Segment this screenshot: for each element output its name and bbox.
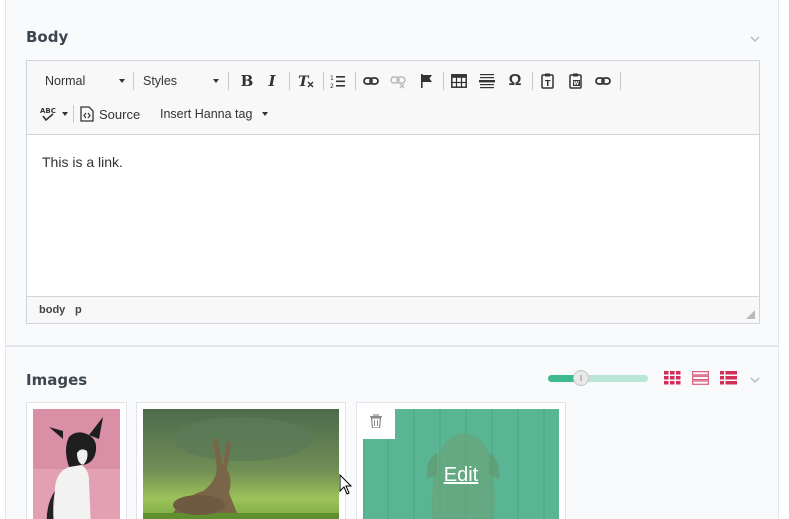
caret-down-icon bbox=[213, 79, 219, 83]
image-thumbnail-hare[interactable] bbox=[143, 409, 339, 519]
source-button[interactable]: Source bbox=[80, 102, 142, 126]
toolbar-separator bbox=[443, 72, 444, 90]
toolbar-separator bbox=[289, 72, 290, 90]
numbered-list-button[interactable]: 12 bbox=[327, 69, 349, 93]
path-item-body[interactable]: body bbox=[39, 304, 65, 316]
toolbar-separator bbox=[73, 105, 74, 123]
edit-link[interactable]: Edit bbox=[363, 464, 559, 487]
source-label: Source bbox=[99, 106, 141, 122]
caret-down-icon bbox=[119, 79, 125, 83]
caret-down-icon bbox=[262, 112, 268, 116]
link-button[interactable] bbox=[360, 69, 382, 93]
mouse-pointer-icon bbox=[339, 474, 353, 495]
paste-text-button[interactable]: T bbox=[537, 69, 559, 93]
slider-handle[interactable] bbox=[573, 370, 589, 386]
svg-text:T: T bbox=[545, 79, 551, 88]
toolbar-separator bbox=[133, 72, 134, 90]
grid-large-view-button[interactable] bbox=[664, 371, 681, 385]
toolbar-separator bbox=[620, 72, 621, 90]
toolbar-separator bbox=[323, 72, 324, 90]
special-character-button[interactable]: Ω bbox=[504, 69, 526, 93]
rich-text-editor: Normal Styles B I T 12 Ω T W ABC Source … bbox=[26, 60, 760, 324]
source-icon bbox=[80, 106, 94, 122]
list-view-button[interactable] bbox=[720, 371, 737, 385]
thumbnail-size-slider[interactable] bbox=[548, 370, 648, 386]
flag-icon bbox=[421, 74, 432, 88]
horizontal-rule-icon bbox=[479, 74, 495, 89]
resize-handle-icon[interactable] bbox=[746, 310, 755, 319]
chevron-down-icon[interactable] bbox=[749, 33, 761, 45]
toolbar-separator bbox=[355, 72, 356, 90]
body-panel: Body Normal Styles B I T 12 Ω T W ABC So… bbox=[5, 0, 779, 346]
trash-icon bbox=[370, 414, 382, 428]
toolbar-separator bbox=[532, 72, 533, 90]
spellcheck-label: ABC bbox=[40, 107, 56, 115]
editor-content[interactable]: This is a link. bbox=[42, 154, 123, 170]
paste-text-icon: T bbox=[541, 73, 554, 89]
styles-dropdown-value: Styles bbox=[143, 74, 178, 88]
unlink-button[interactable] bbox=[387, 69, 409, 93]
delete-image-button[interactable] bbox=[357, 403, 395, 439]
link-icon bbox=[595, 77, 611, 85]
insert-link-button[interactable] bbox=[592, 69, 614, 93]
format-dropdown[interactable]: Normal bbox=[45, 69, 125, 93]
body-panel-title: Body bbox=[26, 28, 69, 46]
image-card[interactable] bbox=[26, 402, 127, 519]
image-card[interactable]: Edit bbox=[356, 402, 566, 519]
path-item-p[interactable]: p bbox=[75, 304, 82, 316]
grid-list-view-button[interactable] bbox=[692, 371, 709, 385]
spellcheck-icon: ABC bbox=[40, 107, 56, 122]
image-thumbnail-dog-pink[interactable] bbox=[33, 409, 120, 519]
grid-large-icon bbox=[664, 371, 681, 385]
remove-format-icon: T bbox=[298, 74, 314, 89]
horizontal-rule-button[interactable] bbox=[476, 69, 498, 93]
numbered-list-icon: 12 bbox=[330, 75, 345, 89]
svg-text:W: W bbox=[574, 81, 580, 87]
insert-hanna-tag-dropdown[interactable]: Insert Hanna tag bbox=[160, 102, 268, 126]
link-icon bbox=[363, 77, 379, 85]
anchor-button[interactable] bbox=[415, 69, 437, 93]
format-dropdown-value: Normal bbox=[45, 74, 86, 88]
bold-button[interactable]: B bbox=[237, 69, 257, 93]
svg-text:2: 2 bbox=[330, 83, 334, 89]
list-icon bbox=[720, 371, 737, 385]
table-button[interactable] bbox=[448, 69, 470, 93]
chevron-down-icon[interactable] bbox=[749, 374, 761, 386]
insert-hanna-tag-label: Insert Hanna tag bbox=[160, 107, 253, 121]
paste-word-icon: W bbox=[569, 73, 582, 89]
table-icon bbox=[451, 74, 467, 88]
toolbar-separator bbox=[228, 72, 229, 90]
element-path-bar: body p bbox=[27, 296, 759, 323]
paste-from-word-button[interactable]: W bbox=[565, 69, 587, 93]
caret-down-icon bbox=[62, 112, 68, 116]
image-card[interactable] bbox=[136, 402, 346, 519]
spellcheck-button[interactable]: ABC bbox=[39, 102, 69, 126]
styles-dropdown[interactable]: Styles bbox=[143, 69, 219, 93]
remove-format-button[interactable]: T bbox=[295, 69, 317, 93]
svg-text:1: 1 bbox=[330, 75, 334, 82]
italic-button[interactable]: I bbox=[262, 69, 282, 93]
images-panel-title: Images bbox=[26, 371, 88, 389]
images-panel: Images Edit bbox=[5, 346, 779, 519]
unlink-icon bbox=[390, 76, 406, 89]
editor-toolbar: Normal Styles B I T 12 Ω T W ABC Source … bbox=[27, 61, 759, 135]
grid-list-icon bbox=[692, 371, 709, 385]
